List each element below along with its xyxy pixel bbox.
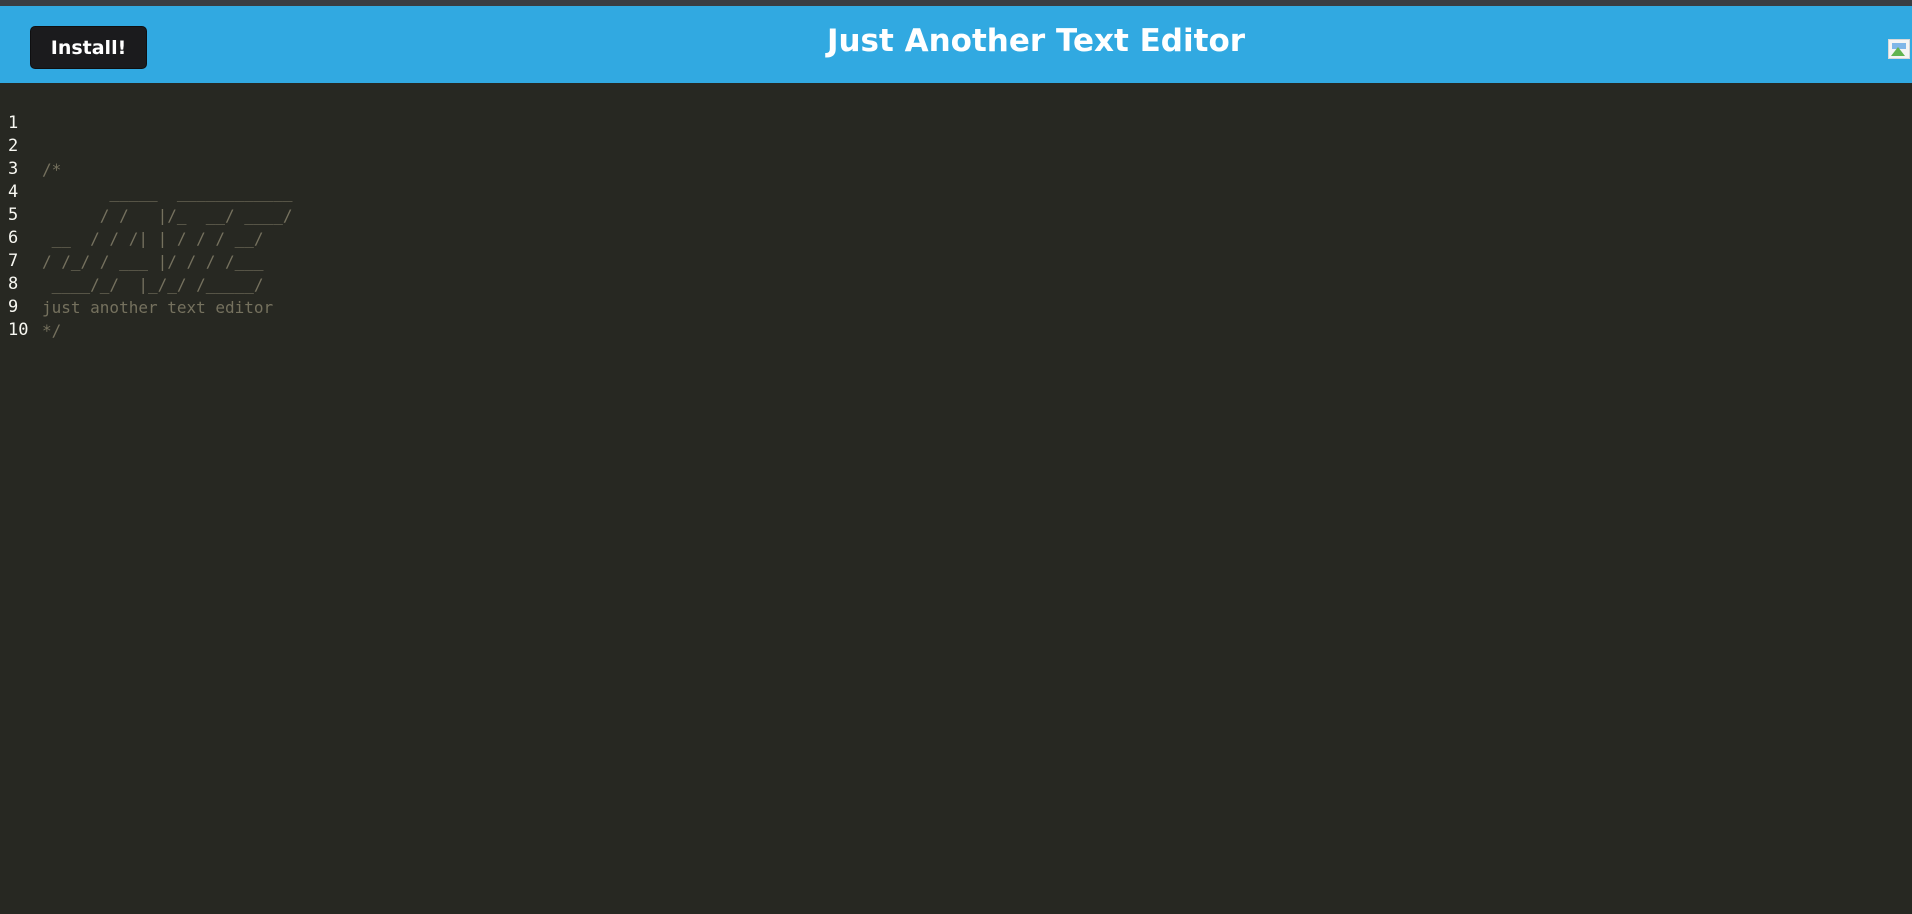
editor-line[interactable]: 4 / / |/_ __/ ____/ <box>0 158 292 225</box>
line-text[interactable]: _____ ____________ <box>42 181 292 204</box>
image-frame <box>1888 39 1910 59</box>
line-text[interactable]: __ / / /| | / / / __/ <box>42 227 264 250</box>
editor-line[interactable]: 6 / /_/ / ___ |/ / / /___ <box>0 204 264 271</box>
editor-line[interactable]: 2 /* <box>0 112 61 179</box>
page-title: Just Another Text Editor <box>826 23 1246 59</box>
app-header: Install! Just Another Text Editor <box>0 6 1912 83</box>
editor-line[interactable]: 1 <box>0 89 41 133</box>
editor-line[interactable]: 9 */ <box>0 273 61 340</box>
editor-line[interactable]: 10 <box>0 296 41 340</box>
line-text[interactable]: / /_/ / ___ |/ / / /___ <box>42 250 264 273</box>
line-text[interactable]: /* <box>42 158 61 181</box>
editor-line[interactable]: 3 _____ ____________ <box>0 135 292 202</box>
line-number: 10 <box>8 320 29 340</box>
broken-image-icon <box>1887 38 1912 62</box>
line-text[interactable]: */ <box>42 319 61 342</box>
line-text[interactable]: ____/_/ |_/_/ /_____/ <box>42 273 264 296</box>
editor-line[interactable]: 8 just another text editor <box>0 250 273 317</box>
editor-line[interactable]: 5 __ / / /| | / / / __/ <box>0 181 264 248</box>
line-text[interactable]: just another text editor <box>42 296 273 319</box>
code-editor[interactable]: 1 2 /* 3 _____ ____________ 4 / / |/_ __… <box>0 83 1912 914</box>
editor-line[interactable]: 7 ____/_/ |_/_/ /_____/ <box>0 227 264 294</box>
image-hill <box>1891 47 1905 56</box>
line-text[interactable]: / / |/_ __/ ____/ <box>42 204 293 227</box>
